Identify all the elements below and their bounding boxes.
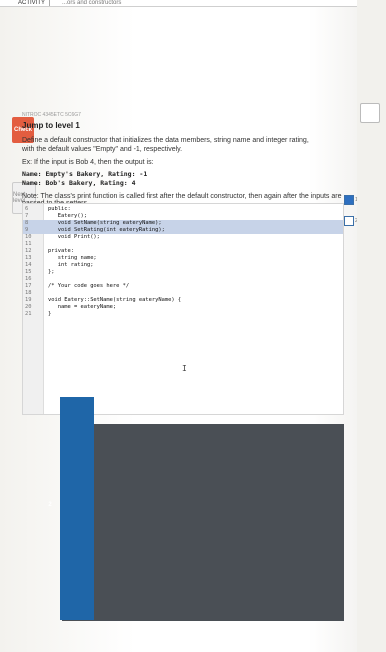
text-cursor-icon: I [182, 364, 187, 373]
page: ACTIVITY ...ors and constructors Check N… [0, 0, 386, 652]
code-text: private: [48, 248, 74, 254]
activity-tab[interactable]: ACTIVITY [14, 0, 51, 6]
line-number: 9 [25, 227, 29, 233]
code-text: public: [48, 206, 71, 212]
line-number: 13 [25, 255, 32, 261]
line-number: 20 [25, 304, 32, 310]
code-text: } [48, 311, 52, 317]
code-text: void Print(); [48, 234, 100, 240]
code-line[interactable]: 21} [23, 311, 343, 318]
line-number: 17 [25, 283, 32, 289]
code-line-highlighted[interactable]: 9 void SetRating(int eateryRating); [23, 227, 343, 234]
example-output-1: Name: Empty's Bakery, Rating: -1 [22, 170, 148, 178]
instructions-text: Define a default constructor that initia… [22, 137, 309, 153]
line-number: 8 [25, 220, 29, 226]
code-line[interactable]: 6 public: [23, 206, 343, 213]
code-line[interactable]: 17 /* Your code goes here */ [23, 283, 343, 290]
code-line[interactable]: 16 [23, 276, 343, 283]
line-number: 14 [25, 262, 32, 268]
line-number: 10 [25, 234, 32, 240]
code-line[interactable]: 15}; [23, 269, 343, 276]
code-line[interactable]: 20 name = eateryName; [23, 304, 343, 311]
line-number: 18 [25, 290, 32, 296]
page-title: ...ors and constructors [62, 0, 122, 6]
code-text: /* Your code goes here */ [48, 283, 130, 289]
code-text: string name; [48, 255, 97, 261]
line-number: 11 [25, 241, 32, 247]
level-2-indicator[interactable] [344, 216, 354, 226]
code-line[interactable]: 14 int rating; [23, 262, 343, 269]
line-number: 12 [25, 248, 32, 254]
code-line[interactable]: 19 void Eatery::SetName(string eateryName… [23, 297, 343, 304]
code-text: int rating; [48, 262, 94, 268]
code-text: void SetRating(int eateryRating); [48, 227, 165, 233]
example-output-2: Name: Bob's Bakery, Rating: 4 [22, 179, 136, 187]
side-panel-toggle[interactable] [360, 103, 380, 123]
level-2-progress-bar [62, 424, 344, 621]
code-line[interactable]: 12 private: [23, 248, 343, 255]
line-number: 7 [25, 213, 29, 219]
code-editor[interactable]: 6 public: 7 Eatery(); 8 void SetName(stri… [22, 203, 344, 415]
line-number: 15 [25, 269, 32, 275]
line-number: 19 [25, 297, 32, 303]
line-number: 6 [25, 206, 29, 212]
level-2-label: 2 [48, 502, 52, 508]
example-intro: Ex: If the input is Bob 4, then the outp… [22, 159, 154, 166]
header-bar: ACTIVITY ...ors and constructors [0, 0, 386, 7]
level-1-indicator[interactable] [344, 195, 354, 205]
code-text: }; [48, 269, 55, 275]
jump-level-title[interactable]: Jump to level 1 [22, 121, 80, 130]
code-text: Eatery(); [48, 213, 87, 219]
code-line-highlighted[interactable]: 8 void SetName(string eateryName); [23, 220, 343, 227]
line-number: 21 [25, 311, 32, 317]
code-text: name = eateryName; [48, 304, 117, 310]
code-text: void SetName(string eateryName); [48, 220, 162, 226]
code-line[interactable]: 10 void Print(); [23, 234, 343, 241]
code-text: void Eatery::SetName(string eateryName) … [48, 297, 182, 303]
level-1-progress-bar [60, 397, 94, 620]
code-line[interactable]: 13 string name; [23, 255, 343, 262]
section-label: NITROC 4345ETC 5C6G7 [22, 112, 81, 118]
code-line[interactable]: 18 [23, 290, 343, 297]
code-line[interactable]: 11 [23, 241, 343, 248]
level-1-label: 1 [56, 402, 60, 408]
right-margin [357, 0, 386, 652]
line-number: 16 [25, 276, 32, 282]
code-line[interactable]: 7 Eatery(); [23, 213, 343, 220]
